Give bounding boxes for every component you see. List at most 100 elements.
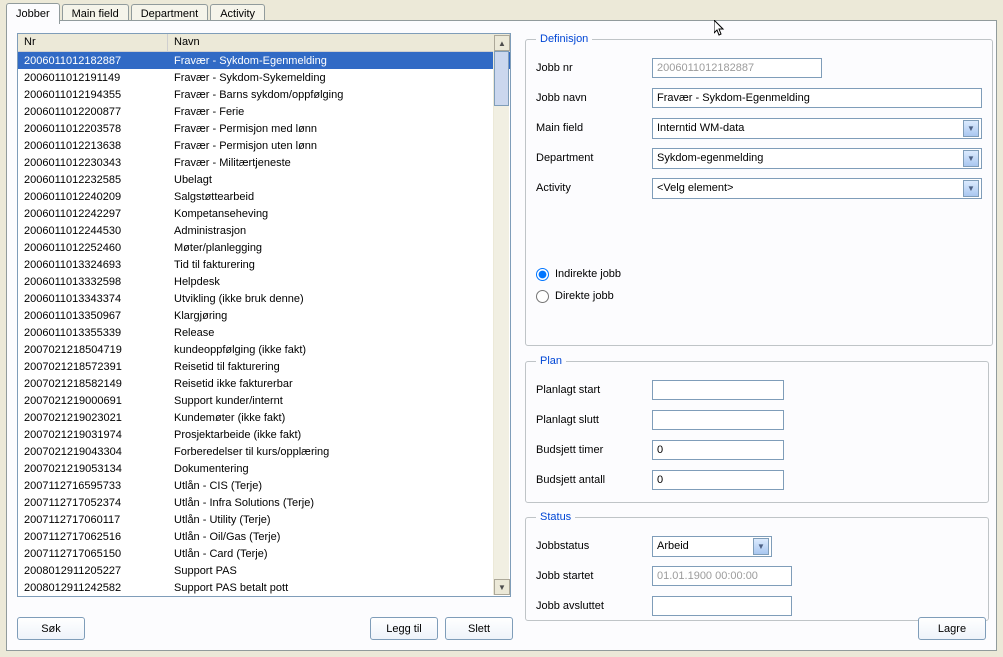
cell-navn: Salgstøttearbeid (168, 191, 510, 203)
field-planlagt-start[interactable] (652, 380, 784, 400)
select-department[interactable]: Sykdom-egenmelding ▼ (652, 148, 982, 169)
search-button[interactable]: Søk (17, 617, 85, 640)
field-budsjett-timer[interactable] (652, 440, 784, 460)
table-row[interactable]: 2007021219031974Prosjektarbeide (ikke fa… (18, 426, 510, 443)
cell-navn: Fravær - Ferie (168, 106, 510, 118)
group-definition: Definisjon Jobb nr Jobb navn Main field … (525, 33, 993, 346)
table-row[interactable]: 2006011012182887Fravær - Sykdom-Egenmeld… (18, 52, 510, 69)
table-row[interactable]: 2006011012200877Fravær - Ferie (18, 103, 510, 120)
cell-navn: Fravær - Militærtjeneste (168, 157, 510, 169)
tab-jobber[interactable]: Jobber (6, 3, 60, 24)
cell-navn: Utlån - Card (Terje) (168, 548, 510, 560)
table-row[interactable]: 2006011012230343Fravær - Militærtjeneste (18, 154, 510, 171)
field-planlagt-slutt[interactable] (652, 410, 784, 430)
table-row[interactable]: 2007112717062516Utlån - Oil/Gas (Terje) (18, 528, 510, 545)
table-row[interactable]: 2007021219023021Kundemøter (ikke fakt) (18, 409, 510, 426)
cell-navn: Prosjektarbeide (ikke fakt) (168, 429, 510, 441)
label-mainfield: Main field (536, 122, 652, 134)
table-row[interactable]: 2006011012191149Fravær - Sykdom-Sykemeld… (18, 69, 510, 86)
table-row[interactable]: 2006011013350967Klargjøring (18, 307, 510, 324)
chevron-down-icon[interactable]: ▼ (963, 120, 979, 137)
field-jobbnavn[interactable] (652, 88, 982, 108)
cell-nr: 2006011012213638 (18, 140, 168, 152)
label-jobb-avsluttet: Jobb avsluttet (536, 600, 652, 612)
table-row[interactable]: 2007021219053134Dokumentering (18, 460, 510, 477)
cell-nr: 2006011013343374 (18, 293, 168, 305)
cell-nr: 2006011012200877 (18, 106, 168, 118)
job-list-body[interactable]: 2006011012182887Fravær - Sykdom-Egenmeld… (18, 52, 510, 596)
table-row[interactable]: 2006011012194355Fravær - Barns sykdom/op… (18, 86, 510, 103)
scroll-track[interactable] (494, 51, 509, 579)
table-row[interactable]: 2006011013332598Helpdesk (18, 273, 510, 290)
cell-navn: Fravær - Sykdom-Sykemelding (168, 72, 510, 84)
cell-nr: 2006011012232585 (18, 174, 168, 186)
chevron-down-icon[interactable]: ▼ (963, 150, 979, 167)
cell-navn: Utlån - Utility (Terje) (168, 514, 510, 526)
legend-plan: Plan (536, 355, 566, 367)
scroll-thumb[interactable] (494, 51, 509, 106)
select-mainfield[interactable]: Interntid WM-data ▼ (652, 118, 982, 139)
label-planlagt-start: Planlagt start (536, 384, 652, 396)
label-planlagt-slutt: Planlagt slutt (536, 414, 652, 426)
job-list[interactable]: Nr Navn 2006011012182887Fravær - Sykdom-… (17, 33, 511, 597)
field-budsjett-antall[interactable] (652, 470, 784, 490)
cell-nr: 2007021219023021 (18, 412, 168, 424)
table-row[interactable]: 2006011012244530Administrasjon (18, 222, 510, 239)
col-header-nr[interactable]: Nr (18, 34, 168, 51)
table-row[interactable]: 2007021218504719kundeoppfølging (ikke fa… (18, 341, 510, 358)
table-row[interactable]: 2006011012242297Kompetanseheving (18, 205, 510, 222)
radio-indirekte[interactable] (536, 268, 549, 281)
table-row[interactable]: 2007021218582149Reisetid ikke fakturerba… (18, 375, 510, 392)
cell-navn: Utlån - Oil/Gas (Terje) (168, 531, 510, 543)
table-row[interactable]: 2006011012252460Møter/planlegging (18, 239, 510, 256)
table-row[interactable]: 2006011012232585Ubelagt (18, 171, 510, 188)
save-button[interactable]: Lagre (918, 617, 986, 640)
table-row[interactable]: 2006011013324693Tid til fakturering (18, 256, 510, 273)
cell-navn: Kompetanseheving (168, 208, 510, 220)
label-jobbstatus: Jobbstatus (536, 540, 652, 552)
cell-nr: 2007021218582149 (18, 378, 168, 390)
scroll-up-icon[interactable]: ▲ (494, 35, 510, 51)
cell-navn: Reisetid ikke fakturerbar (168, 378, 510, 390)
chevron-down-icon[interactable]: ▼ (753, 538, 769, 555)
table-row[interactable]: 2006011012203578Fravær - Permisjon med l… (18, 120, 510, 137)
cell-navn: Helpdesk (168, 276, 510, 288)
select-jobbstatus[interactable]: Arbeid ▼ (652, 536, 772, 557)
cell-nr: 2006011012244530 (18, 225, 168, 237)
cell-nr: 2008012911242582 (18, 582, 168, 594)
radio-direkte[interactable] (536, 290, 549, 303)
cell-nr: 2006011012203578 (18, 123, 168, 135)
table-row[interactable]: 2007021219000691Support kunder/internt (18, 392, 510, 409)
select-activity[interactable]: <Velg element> ▼ (652, 178, 982, 199)
delete-button[interactable]: Slett (445, 617, 513, 640)
table-row[interactable]: 2006011013355339Release (18, 324, 510, 341)
field-jobbnr (652, 58, 822, 78)
cell-nr: 2006011012191149 (18, 72, 168, 84)
table-row[interactable]: 2007021218572391Reisetid til fakturering (18, 358, 510, 375)
table-row[interactable]: 2007112717065150Utlån - Card (Terje) (18, 545, 510, 562)
table-row[interactable]: 2006011012240209Salgstøttearbeid (18, 188, 510, 205)
table-row[interactable]: 2006011012213638Fravær - Permisjon uten … (18, 137, 510, 154)
chevron-down-icon[interactable]: ▼ (963, 180, 979, 197)
cell-nr: 2006011012252460 (18, 242, 168, 254)
scrollbar[interactable]: ▲ ▼ (493, 35, 509, 595)
select-jobbstatus-value: Arbeid (657, 540, 753, 552)
table-row[interactable]: 2006011013343374Utvikling (ikke bruk den… (18, 290, 510, 307)
cell-navn: kundeoppfølging (ikke fakt) (168, 344, 510, 356)
cell-nr: 2007112717052374 (18, 497, 168, 509)
cell-nr: 2006011013332598 (18, 276, 168, 288)
table-row[interactable]: 2007021219043304Forberedelser til kurs/o… (18, 443, 510, 460)
field-jobb-avsluttet[interactable] (652, 596, 792, 616)
table-row[interactable]: 2007112717060117Utlån - Utility (Terje) (18, 511, 510, 528)
table-row[interactable]: 2008012911205227Support PAS (18, 562, 510, 579)
add-button[interactable]: Legg til (370, 617, 438, 640)
app-window: Jobber Main field Department Activity Nr… (0, 0, 1003, 657)
cell-navn: Release (168, 327, 510, 339)
legend-status: Status (536, 511, 575, 523)
table-row[interactable]: 2008012911242582Support PAS betalt pott (18, 579, 510, 596)
table-row[interactable]: 2007112716595733Utlån - CIS (Terje) (18, 477, 510, 494)
table-row[interactable]: 2007112717052374Utlån - Infra Solutions … (18, 494, 510, 511)
col-header-navn[interactable]: Navn (168, 34, 510, 51)
label-department: Department (536, 152, 652, 164)
scroll-down-icon[interactable]: ▼ (494, 579, 510, 595)
